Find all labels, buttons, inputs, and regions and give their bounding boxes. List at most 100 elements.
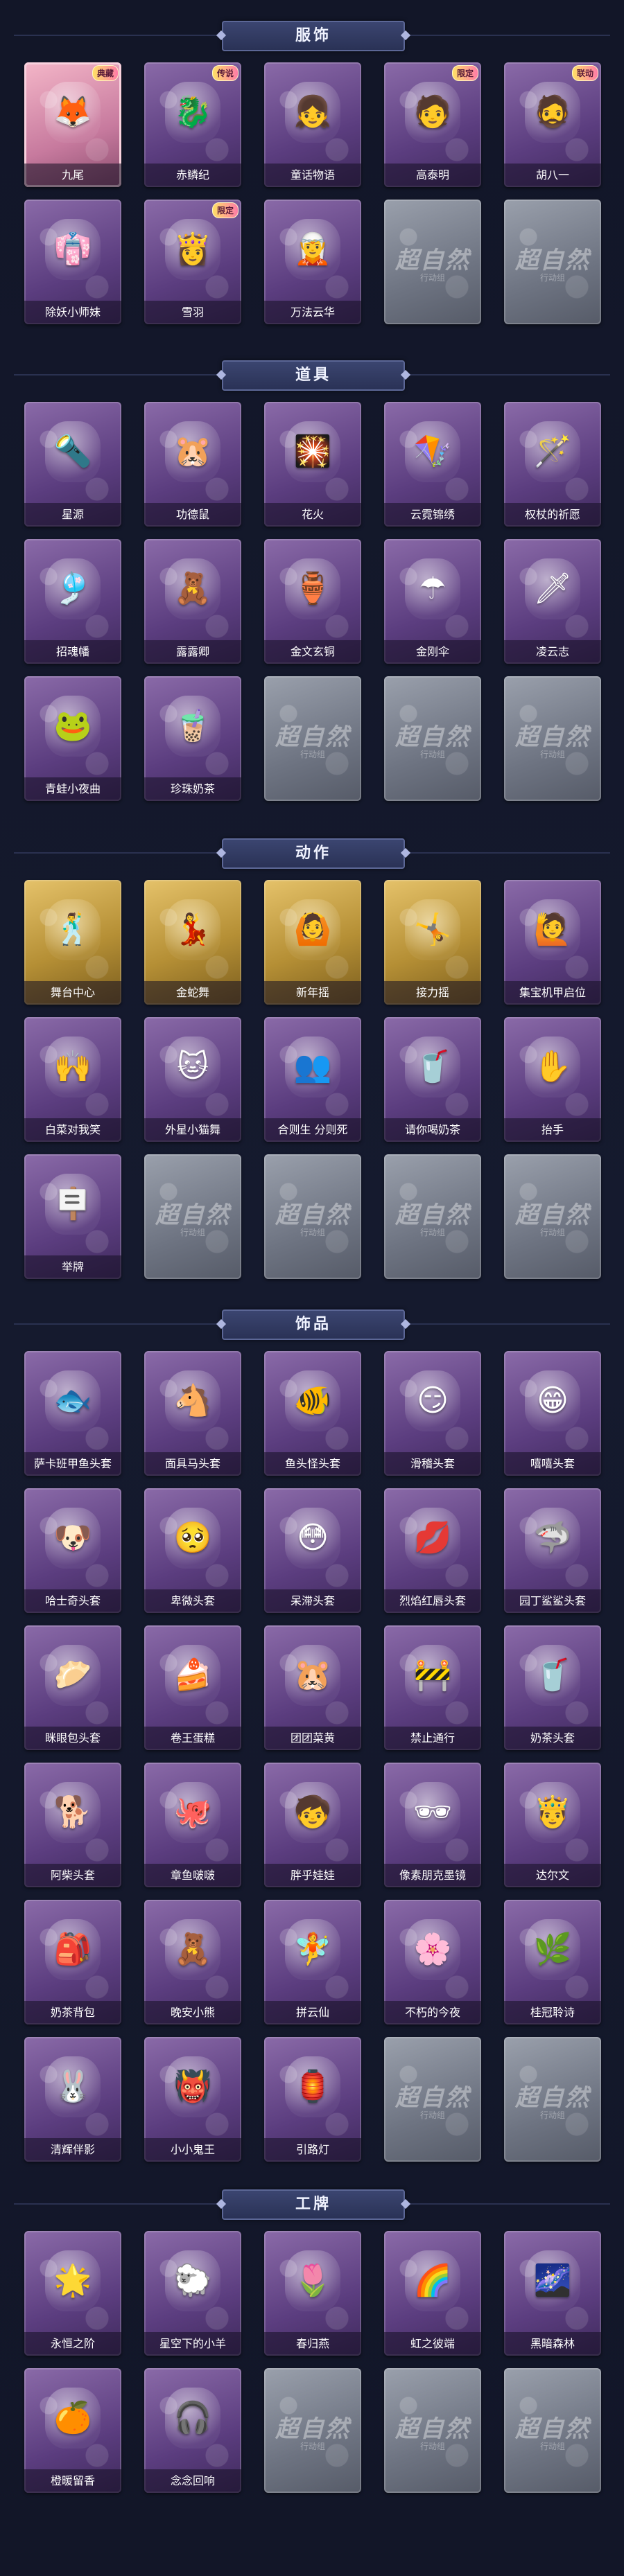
locked-item-tile[interactable]: 超自然 行动组 [264,676,361,801]
item-tile[interactable]: 🐹 功德鼠 [144,402,241,527]
item-art: 🐰 [42,2052,104,2121]
item-icon: 🐙 [165,1782,220,1843]
locked-item-tile[interactable]: 超自然 行动组 [504,1154,601,1279]
item-tile[interactable]: 🙌 白菜对我笑 [24,1017,121,1142]
locked-item-tile[interactable]: 超自然 行动组 [264,1154,361,1279]
item-tile[interactable]: 🧑 限定 高泰明 [384,62,481,187]
item-tile[interactable]: 😁 嘻嘻头套 [504,1351,601,1476]
item-badge: 限定 [451,65,478,81]
item-tile[interactable]: 🐱 外星小猫舞 [144,1017,241,1142]
item-tile[interactable]: 🍰 卷王蛋糕 [144,1625,241,1750]
item-tile[interactable]: 🗡 凌云志 [504,539,601,664]
item-tile[interactable]: 🪄 权杖的祈愿 [504,402,601,527]
item-tile[interactable]: 🪁 云霓锦绣 [384,402,481,527]
item-tile[interactable]: 🎒 奶茶背包 [24,1900,121,2024]
item-icon: 🥺 [165,1508,220,1569]
item-tile[interactable]: 🐉 传说 赤鳞纪 [144,62,241,187]
item-label: 哈士奇头套 [24,1589,121,1613]
item-art: 💋 [401,1503,464,1573]
item-icon: 🎧 [165,2388,220,2449]
item-tile[interactable]: 👘 除妖小师妹 [24,200,121,324]
item-tile[interactable]: 😳 呆滞头套 [264,1488,361,1613]
locked-item-tile[interactable]: 超自然 行动组 [384,1154,481,1279]
item-icon: 🪧 [45,1174,101,1235]
locked-item-tile[interactable]: 超自然 行动组 [504,2368,601,2493]
locked-item-tile[interactable]: 超自然 行动组 [504,2037,601,2162]
item-tile[interactable]: 🧔 联动 胡八一 [504,62,601,187]
item-tile[interactable]: 🦈 园丁鲨鲨头套 [504,1488,601,1613]
item-tile[interactable]: 🎇 花火 [264,402,361,527]
item-tile[interactable]: 😏 滑稽头套 [384,1351,481,1476]
item-tile[interactable]: 🐠 鱼头怪头套 [264,1351,361,1476]
item-tile[interactable]: 🕺 舞台中心 [24,880,121,1005]
item-tile[interactable]: 🧋 珍珠奶茶 [144,676,241,801]
item-icon: 🚧 [405,1645,460,1706]
item-tile[interactable]: 🏺 金文玄铜 [264,539,361,664]
locked-item-tile[interactable]: 超自然 行动组 [384,2037,481,2162]
item-label: 九尾 [24,164,121,187]
item-tile[interactable]: 💋 烈焰红唇头套 [384,1488,481,1613]
item-tile[interactable]: 🌿 桂冠聆诗 [504,1900,601,2024]
locked-item-tile[interactable]: 超自然 行动组 [504,676,601,801]
item-tile[interactable]: 🥤 请你喝奶茶 [384,1017,481,1142]
watermark-logo: 超自然 [515,2415,590,2443]
item-tile[interactable]: 🙋 集宝机甲启位 [504,880,601,1005]
item-tile[interactable]: 👥 合则生 分则死 [264,1017,361,1142]
item-tile[interactable]: 🐰 清辉伴影 [24,2037,121,2162]
item-tile[interactable]: 🏮 引路灯 [264,2037,361,2162]
item-tile[interactable]: ✋ 抬手 [504,1017,601,1142]
item-tile[interactable]: 🎐 招魂幡 [24,539,121,664]
section-title: 动作 [222,838,405,869]
locked-item-tile[interactable]: 超自然 行动组 [384,676,481,801]
item-tile[interactable]: 🌌 黑暗森林 [504,2231,601,2356]
item-tile[interactable]: 🐶 哈士奇头套 [24,1488,121,1613]
item-tile[interactable]: 👧 童话物语 [264,62,361,187]
item-tile[interactable]: 🥤 奶茶头套 [504,1625,601,1750]
item-label: 奶茶头套 [504,1727,601,1750]
item-tile[interactable]: 🔦 星源 [24,402,121,527]
item-tile[interactable]: 🚧 禁止通行 [384,1625,481,1750]
item-tile[interactable]: 🥺 卑微头套 [144,1488,241,1613]
item-tile[interactable]: 👹 小小鬼王 [144,2037,241,2162]
item-tile[interactable]: 🌸 不朽的今夜 [384,1900,481,2024]
item-tile[interactable]: 👸 限定 雪羽 [144,200,241,324]
item-art: 🕶 [401,1778,464,1847]
locked-item-tile[interactable]: 超自然 行动组 [384,2368,481,2493]
item-art: 🌷 [281,2246,344,2315]
item-tile[interactable]: 🐴 面具马头套 [144,1351,241,1476]
item-tile[interactable]: 🦊 典藏 九尾 [24,62,121,187]
item-tile[interactable]: 🤸 接力摇 [384,880,481,1005]
item-art: 🌈 [401,2246,464,2315]
item-tile[interactable]: 🤴 达尔文 [504,1763,601,1887]
locked-item-tile[interactable]: 超自然 行动组 [504,200,601,324]
item-tile[interactable]: 🧸 露露卿 [144,539,241,664]
item-tile[interactable]: 🌷 春归燕 [264,2231,361,2356]
item-tile[interactable]: 🐙 章鱼啵啵 [144,1763,241,1887]
watermark-sub: 行动组 [419,2110,445,2120]
item-tile[interactable]: 🐸 青蛙小夜曲 [24,676,121,801]
item-tile[interactable]: 🌟 永恒之阶 [24,2231,121,2356]
item-tile[interactable]: 🕶 像素朋克墨镜 [384,1763,481,1887]
item-tile[interactable]: ☂ 金刚伞 [384,539,481,664]
item-tile[interactable]: 🐕 阿柴头套 [24,1763,121,1887]
item-tile[interactable]: 🐹 团团菜黄 [264,1625,361,1750]
item-tile[interactable]: 🧸 晚安小熊 [144,1900,241,2024]
item-tile[interactable]: 🐑 星空下的小羊 [144,2231,241,2356]
item-tile[interactable]: 🌈 虹之彼端 [384,2231,481,2356]
locked-item-tile[interactable]: 超自然 行动组 [384,200,481,324]
item-icon: 🔦 [45,421,101,482]
item-tile[interactable]: 🐟 萨卡班甲鱼头套 [24,1351,121,1476]
locked-item-tile[interactable]: 超自然 行动组 [144,1154,241,1279]
locked-item-tile[interactable]: 超自然 行动组 [264,2368,361,2493]
item-tile[interactable]: 🧝 万法云华 [264,200,361,324]
item-tile[interactable]: 🍊 橙暖留香 [24,2368,121,2493]
item-tile[interactable]: 🧒 胖乎娃娃 [264,1763,361,1887]
item-tile[interactable]: 💃 金蛇舞 [144,880,241,1005]
item-label: 面具马头套 [144,1452,241,1476]
item-tile[interactable]: 🙆 新年摇 [264,880,361,1005]
item-art: 🍊 [42,2383,104,2453]
item-tile[interactable]: 🎧 念念回响 [144,2368,241,2493]
item-tile[interactable]: 🥟 眯眼包头套 [24,1625,121,1750]
item-tile[interactable]: 🪧 举牌 [24,1154,121,1279]
item-tile[interactable]: 🧚 拼云仙 [264,1900,361,2024]
